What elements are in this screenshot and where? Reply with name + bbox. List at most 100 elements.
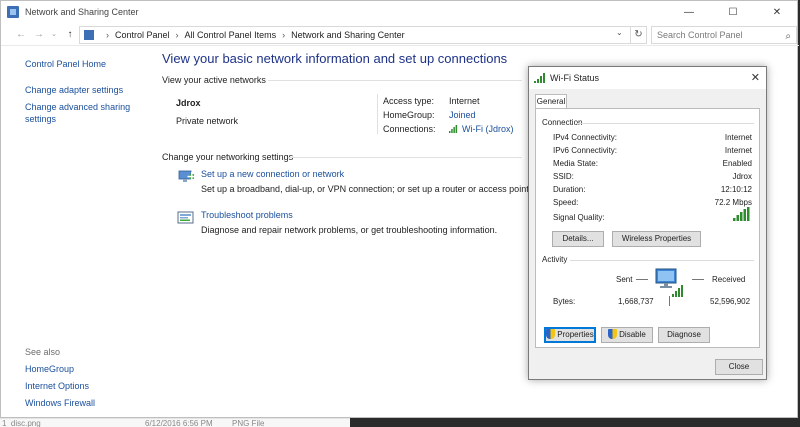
network-activity-icon	[655, 268, 683, 297]
address-dropdown-icon[interactable]: ⌄	[616, 28, 623, 37]
wifi-status-dialog: Wi-Fi Status ✕ General Connection IPv4 C…	[528, 66, 767, 380]
speed-value: 72.2 Mbps	[714, 198, 752, 207]
activity-group-title: Activity	[542, 255, 571, 264]
wifi-signal-icon	[449, 125, 458, 133]
refresh-icon[interactable]: ↻	[631, 26, 647, 44]
tab-general[interactable]: General	[535, 94, 567, 109]
section-divider	[288, 157, 522, 158]
vertical-divider	[377, 94, 378, 134]
wifi-dialog-title-bar: Wi-Fi Status ✕	[529, 67, 766, 89]
breadcrumb-network-center[interactable]: Network and Sharing Center	[291, 30, 405, 40]
background-file-date: 6/12/2016 6:56 PM	[145, 419, 213, 427]
minimize-button[interactable]: —	[667, 1, 711, 23]
ssid-label: SSID:	[553, 172, 574, 181]
maximize-button[interactable]: ☐	[711, 1, 755, 23]
sent-label: Sent	[616, 275, 633, 284]
wifi-dialog-title: Wi-Fi Status	[550, 73, 600, 83]
background-dark-area	[350, 418, 800, 427]
page-title: View your basic network information and …	[162, 51, 508, 66]
change-adapter-settings-link[interactable]: Change adapter settings	[25, 84, 123, 96]
setup-connection-link[interactable]: Set up a new connection or network	[201, 169, 344, 179]
ipv6-value: Internet	[724, 146, 752, 155]
active-networks-heading: View your active networks	[162, 75, 266, 85]
ipv4-label: IPv4 Connectivity:	[553, 133, 618, 142]
title-bar: Network and Sharing Center — ☐ ✕	[1, 1, 799, 23]
section-divider	[268, 80, 522, 81]
homegroup-joined-link[interactable]: Joined	[449, 110, 476, 120]
search-placeholder: Search Control Panel	[657, 30, 743, 40]
breadcrumb-all-items[interactable]: All Control Panel Items	[185, 30, 277, 40]
breadcrumb-chevron-icon[interactable]: ›	[106, 30, 109, 40]
breadcrumb-control-panel[interactable]: Control Panel	[115, 30, 170, 40]
background-file-type: PNG File	[232, 419, 265, 427]
close-button[interactable]: Close	[715, 359, 763, 375]
bytes-sent-value: 1,668,737	[618, 297, 654, 306]
wireless-properties-button[interactable]: Wireless Properties	[612, 231, 701, 247]
wifi-connection-link[interactable]: Wi-Fi (Jdrox)	[449, 124, 514, 134]
diagnose-button[interactable]: Diagnose	[658, 327, 710, 343]
ipv6-label: IPv6 Connectivity:	[553, 146, 618, 155]
control-panel-home-link[interactable]: Control Panel Home	[25, 58, 106, 70]
wifi-signal-icon	[534, 73, 545, 83]
network-type[interactable]: Private network	[176, 116, 238, 126]
close-window-button[interactable]: ✕	[755, 1, 799, 23]
search-input[interactable]: Search Control Panel ⌕	[651, 26, 797, 44]
signal-quality-label: Signal Quality:	[553, 213, 605, 222]
received-dash	[692, 279, 704, 280]
disable-button-label: Disable	[619, 330, 646, 339]
troubleshoot-icon	[177, 211, 194, 224]
breadcrumb-chevron-icon[interactable]: ›	[176, 30, 179, 40]
duration-label: Duration:	[553, 185, 586, 194]
signal-quality-bars-icon	[733, 207, 750, 221]
media-state-value: Enabled	[722, 159, 752, 168]
troubleshoot-problems-link[interactable]: Troubleshoot problems	[201, 210, 293, 220]
details-button[interactable]: Details...	[552, 231, 604, 247]
sent-dash	[636, 279, 648, 280]
homegroup-label: HomeGroup:	[383, 110, 435, 120]
disable-button[interactable]: Disable	[601, 327, 653, 343]
recent-locations-icon[interactable]: ⌄	[47, 28, 61, 42]
uac-shield-icon	[546, 329, 556, 339]
left-pane: Control Panel Home Change adapter settin…	[13, 46, 153, 418]
back-arrow-icon[interactable]: ←	[14, 28, 28, 42]
ipv4-value: Internet	[724, 133, 752, 142]
wifi-connection-label: Wi-Fi (Jdrox)	[462, 124, 514, 134]
new-connection-icon	[178, 170, 195, 182]
connections-label: Connections:	[383, 124, 436, 134]
homegroup-link[interactable]: HomeGroup	[25, 363, 74, 375]
window-title: Network and Sharing Center	[25, 7, 139, 17]
network-center-icon	[7, 6, 19, 18]
media-state-label: Media State:	[553, 159, 598, 168]
general-tab-panel: Connection IPv4 Connectivity: Internet I…	[535, 108, 760, 348]
network-name: Jdrox	[176, 98, 201, 108]
properties-button-label: Properties	[557, 330, 594, 339]
background-file-name: 1_disc.png	[2, 419, 41, 427]
internet-options-link[interactable]: Internet Options	[25, 380, 89, 392]
windows-firewall-link[interactable]: Windows Firewall	[25, 397, 95, 409]
address-path[interactable]: › Control Panel › All Control Panel Item…	[79, 26, 631, 44]
change-advanced-sharing-link[interactable]: Change advanced sharing settings	[25, 101, 135, 125]
setup-connection-description: Set up a broadband, dial-up, or VPN conn…	[201, 184, 532, 194]
up-arrow-icon[interactable]: ↑	[63, 28, 77, 42]
control-panel-icon	[84, 30, 94, 40]
speed-label: Speed:	[553, 198, 579, 207]
change-settings-heading: Change your networking settings	[162, 152, 294, 162]
group-divider	[570, 260, 754, 261]
properties-button[interactable]: Properties	[544, 327, 596, 343]
wifi-dialog-close-icon[interactable]: ✕	[751, 71, 760, 84]
troubleshoot-description: Diagnose and repair network problems, or…	[201, 225, 498, 235]
access-type-label: Access type:	[383, 96, 435, 106]
group-divider	[576, 123, 754, 124]
breadcrumb-chevron-icon[interactable]: ›	[282, 30, 285, 40]
received-label: Received	[712, 275, 746, 284]
ssid-value: Jdrox	[732, 172, 752, 181]
forward-arrow-icon[interactable]: →	[32, 28, 46, 42]
access-type-value: Internet	[449, 96, 480, 106]
address-bar: ← → ⌄ ↑ › Control Panel › All Control Pa…	[1, 24, 799, 46]
duration-value: 12:10:12	[720, 185, 752, 194]
see-also-heading: See also	[25, 347, 61, 357]
activity-divider	[669, 296, 670, 306]
bytes-label: Bytes:	[553, 297, 576, 306]
uac-shield-icon	[608, 329, 618, 339]
search-icon: ⌕	[785, 31, 791, 42]
